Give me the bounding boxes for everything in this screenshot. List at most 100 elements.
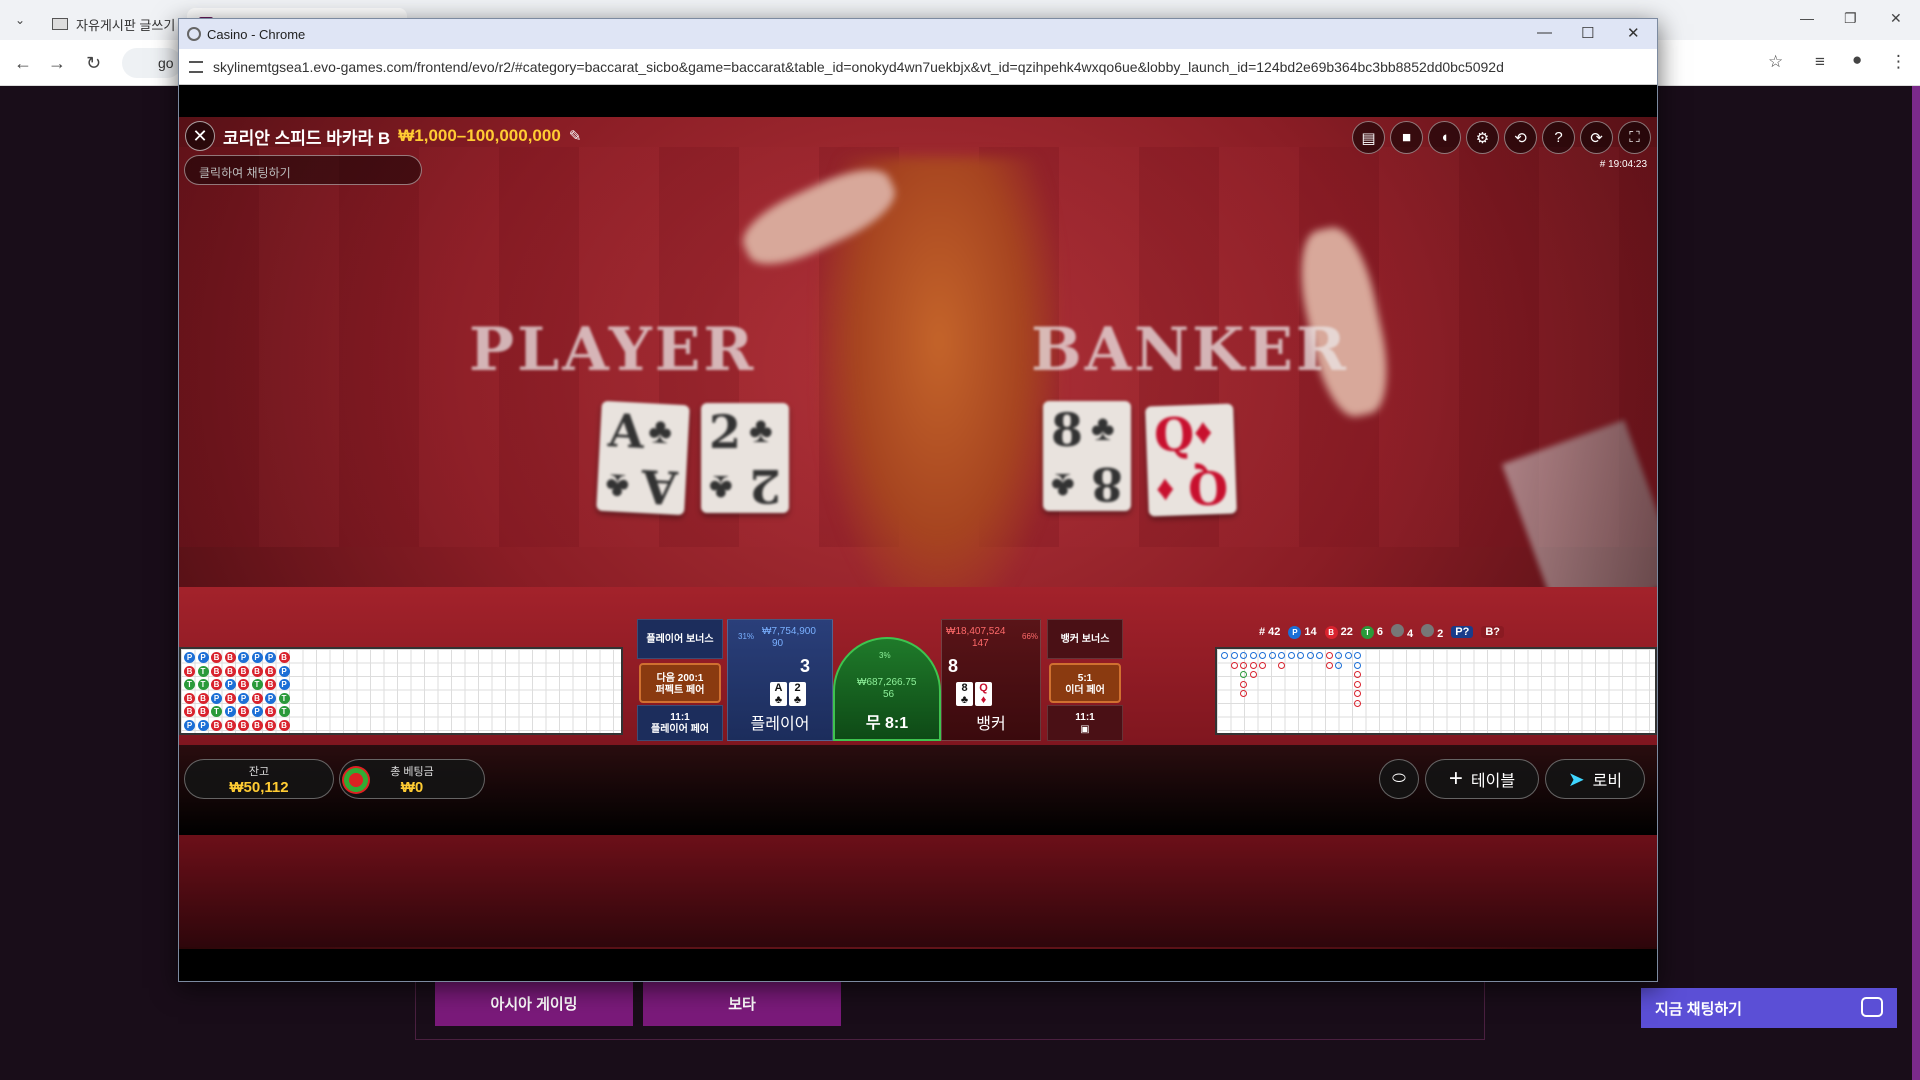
lobby-button[interactable]: ➤ 로비 — [1545, 759, 1645, 799]
menu-dots-icon[interactable]: ⋮ — [1890, 52, 1907, 72]
perfect-pair-bet[interactable]: 다음 200:1 퍼펙트 페어 — [639, 663, 721, 703]
big-road-mark — [1316, 652, 1323, 659]
add-table-label: 테이블 — [1470, 773, 1516, 790]
banker-pair-bet[interactable]: 11:1 ▣ — [1047, 705, 1123, 741]
big-road-mark — [1268, 652, 1276, 659]
add-table-button[interactable]: + 테이블 — [1425, 759, 1539, 799]
minimize-icon[interactable]: — — [1800, 10, 1814, 26]
chat-bubble-icon — [1861, 997, 1883, 1017]
tie-bet[interactable]: 3% ₩687,266.75 56 무 8:1 — [833, 637, 941, 741]
bookmark-star-icon[interactable]: ☆ — [1768, 52, 1783, 72]
banker-bet[interactable]: ₩18,407,524 147 66% 8 8 ♣ Q ♦ 뱅커 — [941, 619, 1041, 741]
road-stats: # 42 P 14 B 22 T6 4 2 P? B? — [1215, 623, 1657, 641]
menu-asia-gaming[interactable]: 아시아 게이밍 — [435, 980, 633, 1026]
site-info-icon[interactable] — [189, 60, 203, 73]
stat-banker-pair: 2 — [1421, 624, 1443, 640]
big-road-mark — [1354, 680, 1361, 688]
chip-stack-button[interactable]: ⬭ — [1379, 759, 1419, 799]
bead-result: B — [184, 692, 195, 704]
pin-icon[interactable]: ✎ — [569, 127, 582, 145]
bead-result: P — [265, 692, 276, 704]
popup-maximize-icon[interactable]: ☐ — [1581, 24, 1594, 42]
bead-result: B — [238, 719, 249, 731]
menu-bota[interactable]: 보타 — [643, 980, 841, 1026]
tie-label: 무 8:1 — [865, 715, 909, 732]
media-icon[interactable]: ≡ — [1815, 52, 1825, 72]
big-road-mark — [1344, 652, 1352, 659]
banker-mini-card-1: 8 ♣ — [956, 682, 973, 706]
bottom-bar: 잔고 ₩50,112 총 베팅금 ₩0 ⬭ + 테이블 ➤ 로비 — [179, 745, 1657, 835]
tab-favicon-icon — [52, 18, 68, 30]
tab-search-icon[interactable]: ⌄ — [0, 13, 40, 27]
forward-icon[interactable]: → — [48, 53, 66, 74]
player-mini-card-1-rank: A — [774, 682, 783, 694]
player-card-2: 2 ♣ 2 ♣ — [701, 403, 789, 513]
bead-result: T — [278, 692, 290, 704]
balance-label: 잔고 — [248, 766, 270, 778]
close-icon[interactable]: ✕ — [1890, 10, 1902, 27]
stat-player-count: 14 — [1304, 625, 1317, 638]
tie-dot-icon: T — [1360, 625, 1374, 639]
banker-mini-card-2: Q ♦ — [975, 682, 992, 706]
fullscreen-icon[interactable]: ⛶ — [1618, 121, 1651, 154]
close-game-button[interactable]: ✕ — [185, 121, 215, 151]
big-road-mark — [1259, 652, 1266, 659]
browser-address-bar[interactable]: go — [122, 48, 182, 78]
player-pair-label: 플레이어 페어 — [651, 724, 709, 735]
restore-icon[interactable]: ❐ — [1844, 10, 1857, 27]
bead-result: B — [224, 719, 236, 731]
chat-icon[interactable]: ▤ — [1352, 121, 1385, 154]
big-road-mark — [1240, 690, 1247, 697]
player-pair-bet[interactable]: 11:1 플레이어 페어 — [637, 705, 723, 741]
help-icon[interactable]: ? — [1542, 121, 1575, 154]
banker-bonus-bet[interactable]: 뱅커 보너스 — [1047, 619, 1123, 659]
tie-percent: 3% — [879, 651, 891, 660]
live-video: PLAYER BANKER A ♣ A ♣ 2 ♣ 2 ♣ 8 ♣ 8 ♣ Q ♦ Q ♦ ✕ 코리안 — [179, 117, 1657, 949]
big-road-mark — [1325, 652, 1333, 659]
stat-tie: T6 — [1360, 625, 1383, 639]
game-area: PLAYER BANKER A ♣ A ♣ 2 ♣ 2 ♣ 8 ♣ 8 ♣ Q ♦ Q ♦ ✕ 코리안 — [179, 85, 1657, 981]
player-bonus-bet[interactable]: 플레이어 보너스 — [637, 619, 723, 659]
table-name: 코리안 스피드 바카라 B — [223, 128, 391, 148]
settings-icon[interactable]: ⚙ — [1466, 121, 1499, 154]
bead-result: B — [251, 692, 263, 704]
profile-icon[interactable]: ● — [1852, 50, 1862, 70]
banker-label: 뱅커 — [976, 716, 1006, 733]
player-next-predict[interactable]: P? — [1451, 626, 1474, 638]
bead-result: T — [211, 706, 222, 717]
chat-input[interactable]: 클릭하여 채팅하기 — [184, 155, 422, 185]
sound-icon[interactable]: ◖ — [1428, 121, 1461, 154]
player-mini-card-1: A ♣ — [770, 682, 787, 706]
browser-tab-board[interactable]: 자유게시판 글쓰기 — [40, 8, 187, 40]
video-icon[interactable]: ■ — [1390, 121, 1423, 154]
lobby-label: 로비 — [1592, 773, 1623, 790]
banker-next-predict[interactable]: B? — [1481, 626, 1505, 638]
player-score: 3 — [800, 656, 811, 676]
banker-pair-odds: 11:1 — [1075, 712, 1095, 723]
big-road-mark — [1249, 671, 1257, 678]
reload-icon[interactable]: ↻ — [86, 53, 101, 74]
big-road-mark — [1354, 661, 1361, 669]
bead-result: T — [251, 679, 263, 690]
bead-road[interactable]: PBTBBPPTTBBPBBBPTBBBPBPBPBBPBBPBTBPBPBBP… — [179, 647, 623, 735]
popup-close-icon[interactable]: ✕ — [1627, 24, 1640, 42]
popup-url-bar: skylinemtgsea1.evo-games.com/frontend/ev… — [179, 49, 1657, 85]
live-chat-button[interactable]: 지금 채팅하기 — [1641, 988, 1897, 1028]
player-label: 플레이어 — [750, 716, 810, 733]
either-pair-odds: 5:1 — [1077, 673, 1093, 684]
big-road-mark — [1335, 661, 1342, 669]
big-road-mark — [1297, 652, 1304, 659]
banker-mini-card-2-rank: Q — [979, 682, 988, 694]
either-pair-bet[interactable]: 5:1 이더 페어 — [1049, 663, 1121, 703]
bead-result: B — [251, 665, 263, 677]
history-icon[interactable]: ⟲ — [1504, 121, 1537, 154]
bead-result: P — [211, 692, 222, 704]
big-road[interactable] — [1215, 647, 1657, 735]
player-bet[interactable]: ₩7,754,900 90 31% 3 A ♣ 2 ♣ 플레이어 — [727, 619, 833, 741]
reload-icon[interactable]: ⟳ — [1580, 121, 1613, 154]
back-icon[interactable]: ← — [14, 53, 32, 74]
stat-player-pair-count: 4 — [1407, 628, 1414, 640]
popup-minimize-icon[interactable]: — — [1537, 24, 1552, 41]
bead-result: P — [265, 652, 276, 663]
big-road-mark — [1354, 690, 1361, 697]
